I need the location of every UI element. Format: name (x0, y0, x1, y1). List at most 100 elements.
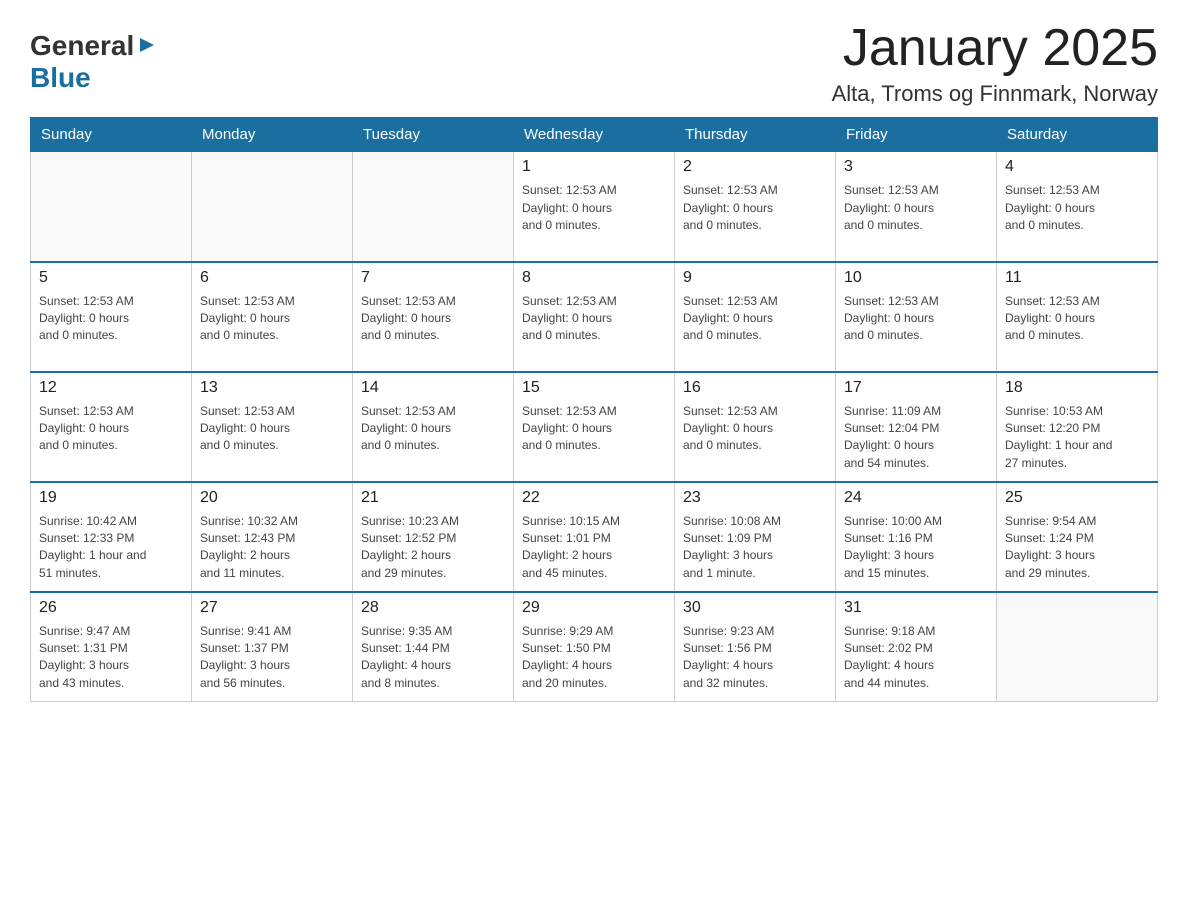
page-header: General Blue January 2025 Alta, Troms og… (30, 20, 1158, 107)
day-number: 7 (361, 269, 505, 287)
day-info: Sunset: 12:53 AM Daylight: 0 hours and 0… (683, 293, 827, 345)
day-of-week-header: Saturday (997, 118, 1158, 152)
day-info: Sunset: 12:53 AM Daylight: 0 hours and 0… (844, 182, 988, 234)
calendar-week-row: 5 Sunset: 12:53 AM Daylight: 0 hours and … (31, 262, 1158, 372)
calendar-week-row: 19 Sunrise: 10:42 AM Sunset: 12:33 PM Day… (31, 482, 1158, 592)
calendar-day-cell: 12Sunset: 12:53 AM Daylight: 0 hours and… (31, 372, 192, 482)
calendar-day-cell: 8 Sunset: 12:53 AM Daylight: 0 hours and … (514, 262, 675, 372)
day-info: Sunrise: 9:35 AM Sunset: 1:44 PM Dayligh… (361, 623, 505, 693)
day-info: Sunrise: 10:15 AM Sunset: 1:01 PM Daylig… (522, 513, 666, 583)
calendar-day-cell: 29Sunrise: 9:29 AM Sunset: 1:50 PM Dayli… (514, 592, 675, 702)
day-info: Sunset: 12:53 AM Daylight: 0 hours and 0… (361, 403, 505, 455)
logo-general: General (30, 30, 134, 62)
day-info: Sunrise: 9:18 AM Sunset: 2:02 PM Dayligh… (844, 623, 988, 693)
day-of-week-header: Tuesday (353, 118, 514, 152)
day-info: Sunrise: 10:32 AM Sunset: 12:43 PM Dayli… (200, 513, 344, 583)
calendar-day-cell (31, 152, 192, 262)
calendar-day-cell: 26 Sunrise: 9:47 AM Sunset: 1:31 PM Dayli… (31, 592, 192, 702)
calendar-day-cell: 2Sunset: 12:53 AM Daylight: 0 hours and … (675, 152, 836, 262)
calendar-day-cell: 20 Sunrise: 10:32 AM Sunset: 12:43 PM Day… (192, 482, 353, 592)
day-info: Sunrise: 9:47 AM Sunset: 1:31 PM Dayligh… (39, 623, 183, 693)
day-of-week-header: Wednesday (514, 118, 675, 152)
day-info: Sunrise: 10:00 AM Sunset: 1:16 PM Daylig… (844, 513, 988, 583)
day-info: Sunrise: 9:41 AM Sunset: 1:37 PM Dayligh… (200, 623, 344, 693)
calendar-day-cell: 3 Sunset: 12:53 AM Daylight: 0 hours and … (836, 152, 997, 262)
calendar-day-cell: 13 Sunset: 12:53 AM Daylight: 0 hours and… (192, 372, 353, 482)
calendar-header-row: SundayMondayTuesdayWednesdayThursdayFrid… (31, 118, 1158, 152)
logo-triangle-icon (136, 34, 158, 56)
day-number: 8 (522, 269, 666, 287)
day-info: Sunset: 12:53 AM Daylight: 0 hours and 0… (361, 293, 505, 345)
day-info: Sunrise: 10:23 AM Sunset: 12:52 PM Dayli… (361, 513, 505, 583)
calendar-day-cell: 30 Sunrise: 9:23 AM Sunset: 1:56 PM Dayli… (675, 592, 836, 702)
day-number: 22 (522, 489, 666, 507)
day-info: Sunset: 12:53 AM Daylight: 0 hours and 0… (522, 293, 666, 345)
calendar-day-cell: 16 Sunset: 12:53 AM Daylight: 0 hours and… (675, 372, 836, 482)
day-number: 15 (522, 379, 666, 397)
day-number: 3 (844, 158, 988, 176)
day-number: 1 (522, 158, 666, 176)
calendar-day-cell: 31 Sunrise: 9:18 AM Sunset: 2:02 PM Dayli… (836, 592, 997, 702)
calendar-day-cell (353, 152, 514, 262)
day-info: Sunset: 12:53 AM Daylight: 0 hours and 0… (200, 403, 344, 455)
day-info: Sunset: 12:53 AM Daylight: 0 hours and 0… (522, 182, 666, 234)
calendar-day-cell: 11Sunset: 12:53 AM Daylight: 0 hours and… (997, 262, 1158, 372)
day-number: 16 (683, 379, 827, 397)
header-right: January 2025 Alta, Troms og Finnmark, No… (832, 20, 1158, 107)
day-number: 20 (200, 489, 344, 507)
day-number: 17 (844, 379, 988, 397)
logo-blue: Blue (30, 62, 91, 93)
day-info: Sunrise: 9:54 AM Sunset: 1:24 PM Dayligh… (1005, 513, 1149, 583)
day-of-week-header: Thursday (675, 118, 836, 152)
day-info: Sunrise: 10:08 AM Sunset: 1:09 PM Daylig… (683, 513, 827, 583)
day-number: 2 (683, 158, 827, 176)
calendar-day-cell: 23Sunrise: 10:08 AM Sunset: 1:09 PM Dayl… (675, 482, 836, 592)
day-number: 24 (844, 489, 988, 507)
calendar-day-cell (192, 152, 353, 262)
day-number: 19 (39, 489, 183, 507)
day-number: 18 (1005, 379, 1149, 397)
day-number: 10 (844, 269, 988, 287)
calendar-day-cell: 6Sunset: 12:53 AM Daylight: 0 hours and … (192, 262, 353, 372)
calendar-day-cell (997, 592, 1158, 702)
calendar-day-cell: 28 Sunrise: 9:35 AM Sunset: 1:44 PM Dayli… (353, 592, 514, 702)
day-number: 9 (683, 269, 827, 287)
calendar-day-cell: 27Sunrise: 9:41 AM Sunset: 1:37 PM Dayli… (192, 592, 353, 702)
day-number: 4 (1005, 158, 1149, 176)
day-info: Sunset: 12:53 AM Daylight: 0 hours and 0… (39, 403, 183, 455)
calendar-week-row: 12Sunset: 12:53 AM Daylight: 0 hours and… (31, 372, 1158, 482)
day-number: 31 (844, 599, 988, 617)
logo: General Blue (30, 30, 158, 94)
day-info: Sunset: 12:53 AM Daylight: 0 hours and 0… (522, 403, 666, 455)
day-number: 30 (683, 599, 827, 617)
day-info: Sunrise: 9:29 AM Sunset: 1:50 PM Dayligh… (522, 623, 666, 693)
day-number: 25 (1005, 489, 1149, 507)
calendar-day-cell: 19 Sunrise: 10:42 AM Sunset: 12:33 PM Day… (31, 482, 192, 592)
month-year-title: January 2025 (832, 20, 1158, 77)
calendar-day-cell: 22 Sunrise: 10:15 AM Sunset: 1:01 PM Dayl… (514, 482, 675, 592)
calendar-week-row: 26 Sunrise: 9:47 AM Sunset: 1:31 PM Dayli… (31, 592, 1158, 702)
location-subtitle: Alta, Troms og Finnmark, Norway (832, 81, 1158, 107)
day-number: 21 (361, 489, 505, 507)
day-number: 13 (200, 379, 344, 397)
day-info: Sunrise: 10:42 AM Sunset: 12:33 PM Dayli… (39, 513, 183, 583)
day-of-week-header: Friday (836, 118, 997, 152)
calendar-day-cell: 7 Sunset: 12:53 AM Daylight: 0 hours and … (353, 262, 514, 372)
day-number: 5 (39, 269, 183, 287)
calendar-day-cell: 9 Sunset: 12:53 AM Daylight: 0 hours and … (675, 262, 836, 372)
calendar-table: SundayMondayTuesdayWednesdayThursdayFrid… (30, 117, 1158, 702)
day-number: 14 (361, 379, 505, 397)
day-info: Sunrise: 9:23 AM Sunset: 1:56 PM Dayligh… (683, 623, 827, 693)
day-number: 26 (39, 599, 183, 617)
calendar-day-cell: 24 Sunrise: 10:00 AM Sunset: 1:16 PM Dayl… (836, 482, 997, 592)
day-of-week-header: Sunday (31, 118, 192, 152)
day-number: 28 (361, 599, 505, 617)
day-info: Sunset: 12:53 AM Daylight: 0 hours and 0… (1005, 293, 1149, 345)
day-info: Sunrise: 10:53 AM Sunset: 12:20 PM Dayli… (1005, 403, 1149, 473)
day-info: Sunrise: 11:09 AM Sunset: 12:04 PM Dayli… (844, 403, 988, 473)
day-info: Sunset: 12:53 AM Daylight: 0 hours and 0… (683, 403, 827, 455)
calendar-day-cell: 14 Sunset: 12:53 AM Daylight: 0 hours and… (353, 372, 514, 482)
calendar-day-cell: 17 Sunrise: 11:09 AM Sunset: 12:04 PM Day… (836, 372, 997, 482)
calendar-day-cell: 18 Sunrise: 10:53 AM Sunset: 12:20 PM Day… (997, 372, 1158, 482)
day-of-week-header: Monday (192, 118, 353, 152)
